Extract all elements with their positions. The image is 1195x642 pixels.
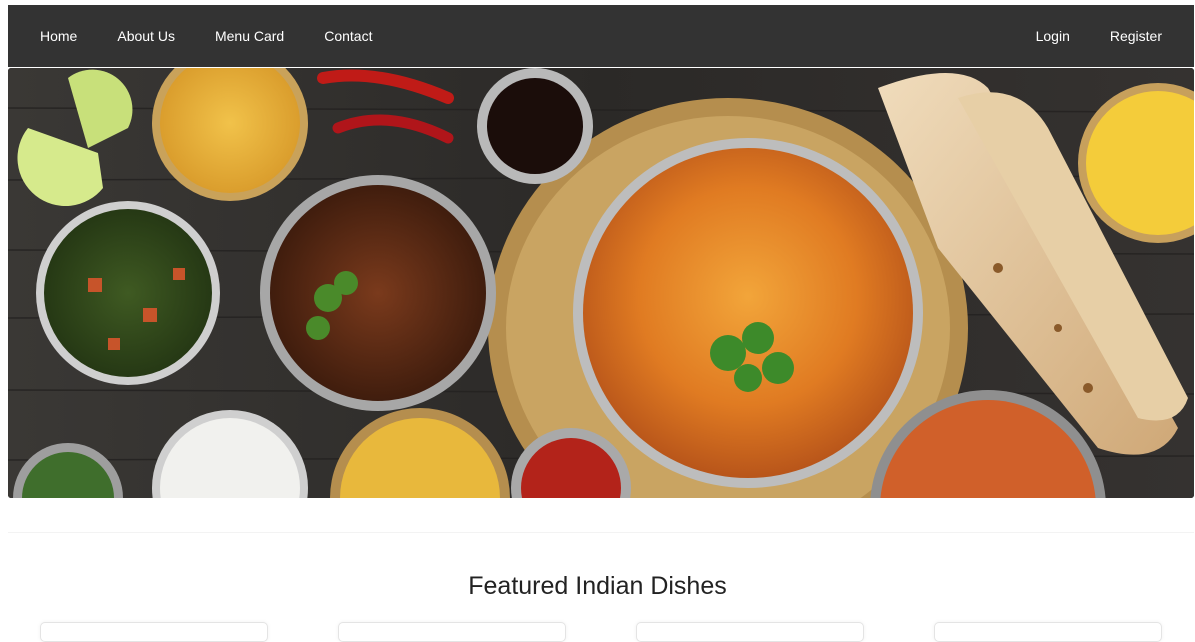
featured-section-title: Featured Indian Dishes <box>468 572 727 600</box>
featured-dish-card-3[interactable] <box>636 622 864 642</box>
nav-contact-link[interactable]: Contact <box>324 28 372 44</box>
section-divider <box>8 532 1194 533</box>
featured-dish-card-2[interactable] <box>338 622 566 642</box>
hero-food-image <box>8 68 1194 498</box>
nav-login-link[interactable]: Login <box>1036 28 1070 44</box>
navbar: Home About Us Menu Card Contact Login Re… <box>8 5 1194 67</box>
nav-register-link[interactable]: Register <box>1110 28 1162 44</box>
nav-left-group: Home About Us Menu Card Contact <box>40 28 412 44</box>
hero-carousel[interactable] <box>8 68 1194 498</box>
nav-right-group: Login Register <box>996 28 1162 44</box>
nav-menu-card-link[interactable]: Menu Card <box>215 28 284 44</box>
nav-home-link[interactable]: Home <box>40 28 77 44</box>
featured-dish-card-1[interactable] <box>40 622 268 642</box>
featured-dish-card-4[interactable] <box>934 622 1162 642</box>
nav-about-link[interactable]: About Us <box>117 28 175 44</box>
